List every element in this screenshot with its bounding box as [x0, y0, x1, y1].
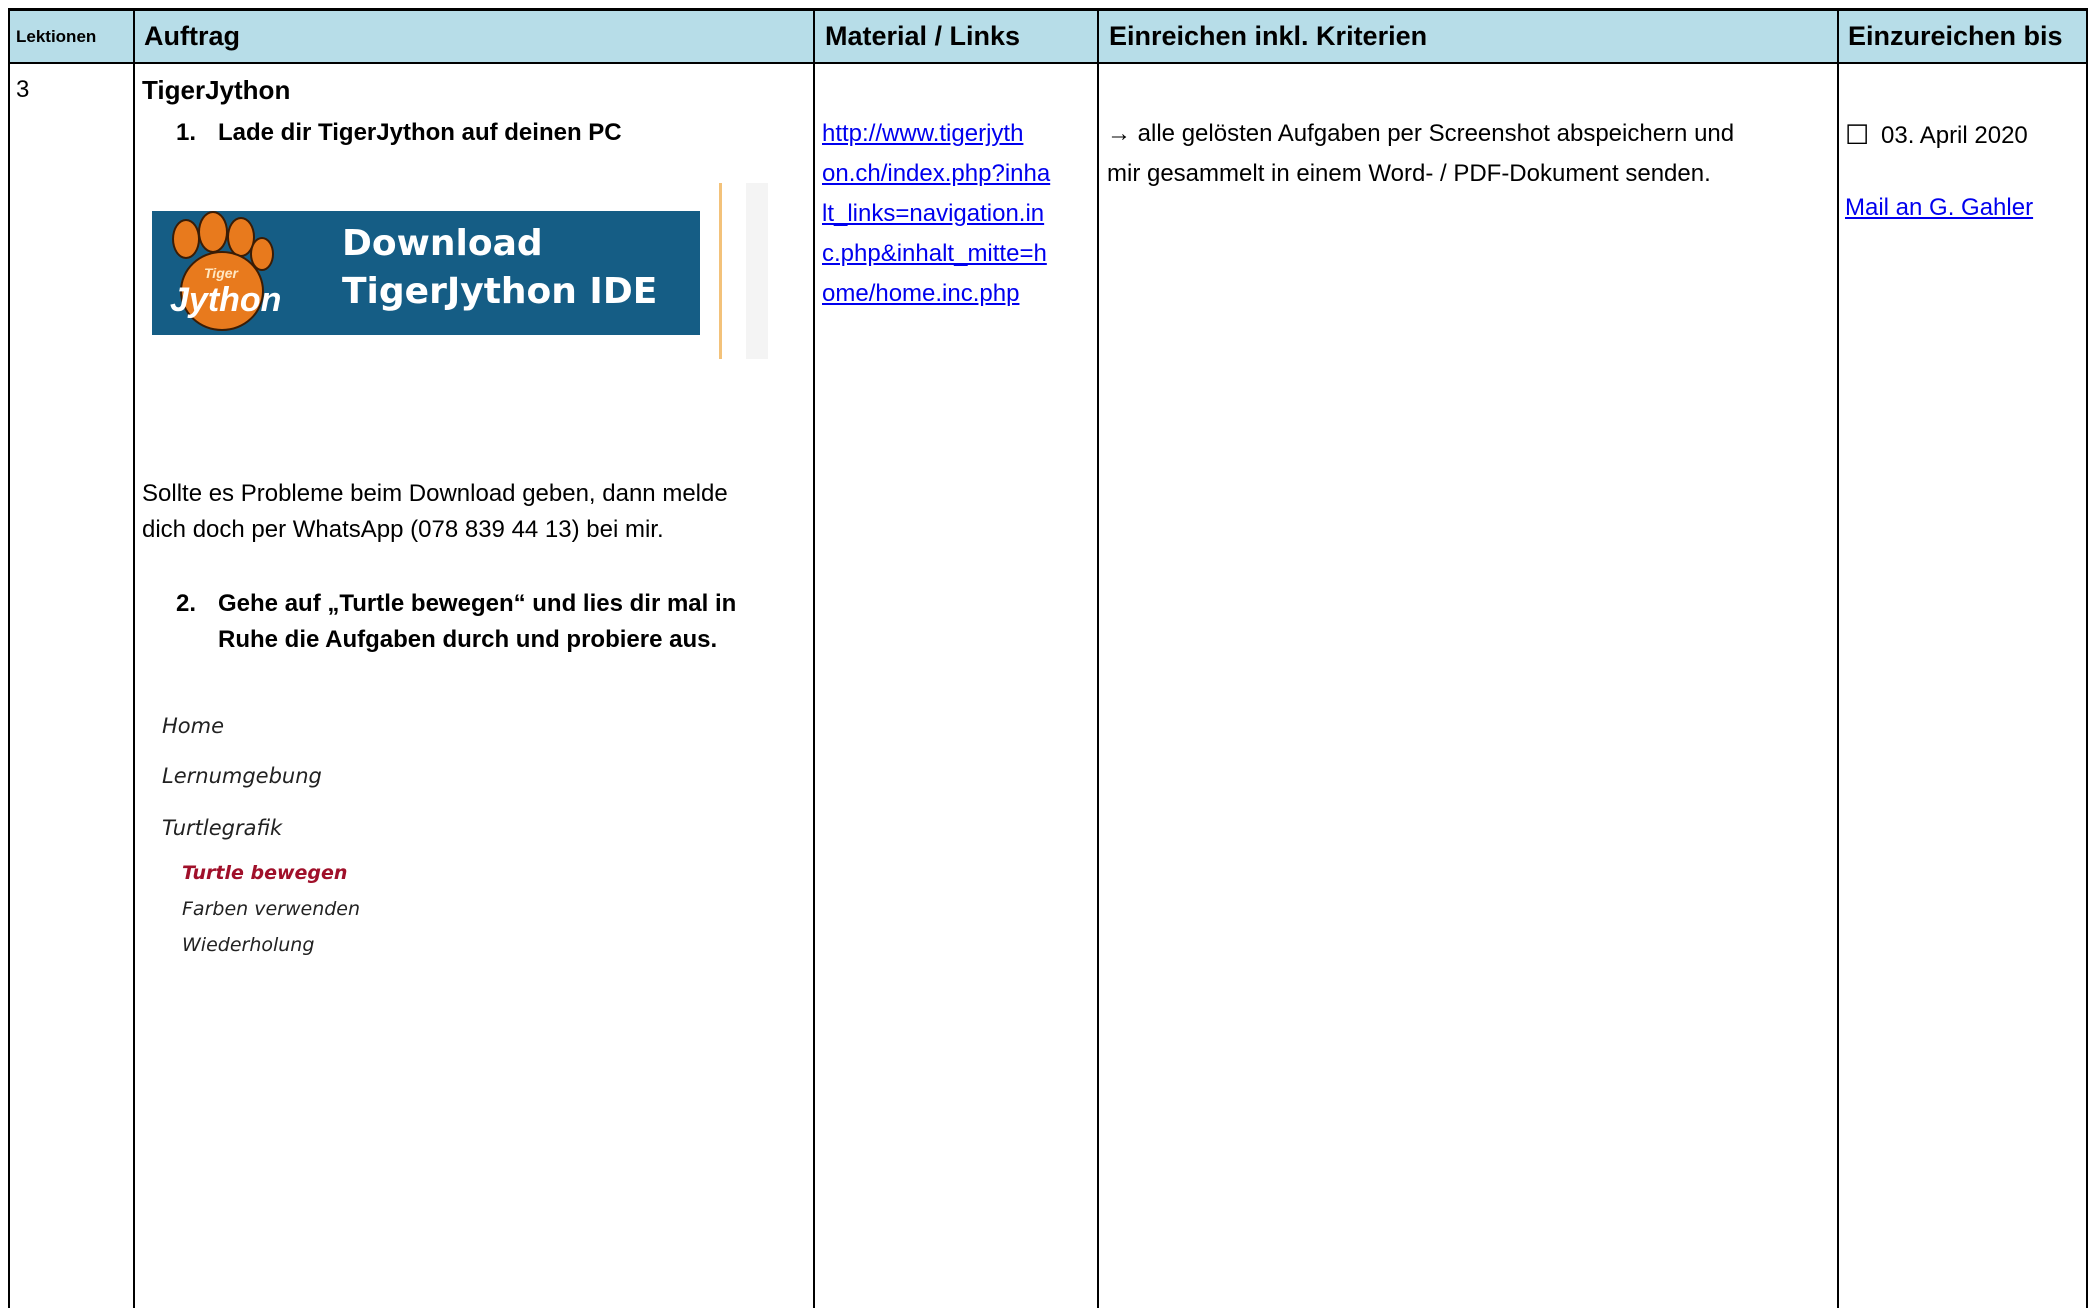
- column-divider: [1837, 11, 1839, 1308]
- criteria-line-1: → alle gelösten Aufgaben per Screenshot …: [1107, 120, 1735, 147]
- nav-subitem-farben-verwenden[interactable]: Farben verwenden: [182, 898, 360, 920]
- nav-subitem-turtle-bewegen[interactable]: Turtle bewegen: [182, 862, 347, 884]
- download-tigerjython-banner[interactable]: Tiger Jython Download TigerJython IDE: [152, 211, 700, 335]
- link-line: http://www.tigerjyth: [822, 120, 1024, 147]
- nav-item-home[interactable]: Home: [162, 714, 224, 738]
- image-divider: [719, 183, 722, 359]
- due-date: 03. April 2020: [1881, 122, 2028, 149]
- banner-line-1: Download: [342, 223, 543, 264]
- task-title: TigerJython: [142, 75, 291, 105]
- step2-text-line-1: Gehe auf „Turtle bewegen“ und lies dir m…: [218, 590, 737, 617]
- header-lektionen: Lektionen: [16, 26, 97, 46]
- image-scroll-edge: [746, 183, 768, 359]
- lektionen-value: 3: [16, 76, 30, 103]
- logo-text: Jython: [170, 281, 282, 319]
- table-header-row: [10, 11, 2086, 64]
- problem-text-line-1: Sollte es Probleme beim Download geben, …: [142, 480, 728, 507]
- criteria-line-2: mir gesammelt in einem Word- / PDF-Dokum…: [1107, 160, 1711, 187]
- step2-number: 2.: [176, 590, 197, 617]
- step1-number: 1.: [176, 119, 197, 146]
- step1-text: Lade dir TigerJython auf deinen PC: [218, 119, 622, 146]
- paw-toe-icon: [172, 219, 200, 259]
- paw-toe-icon: [198, 211, 228, 253]
- problem-text-line-2: dich doch per WhatsApp (078 839 44 13) b…: [142, 516, 664, 543]
- link-line: lt_links=navigation.in: [822, 200, 1045, 227]
- checkbox-icon[interactable]: ☐: [1845, 115, 1869, 155]
- column-divider: [133, 11, 135, 1308]
- header-einreichen: Einreichen inkl. Kriterien: [1109, 21, 1428, 51]
- nav-item-lernumgebung[interactable]: Lernumgebung: [162, 764, 322, 788]
- step2-text-line-2: Ruhe die Aufgaben durch und probiere aus…: [218, 626, 718, 653]
- header-material: Material / Links: [825, 21, 1021, 51]
- link-line: c.php&inhalt_mitte=h: [822, 240, 1047, 267]
- column-divider: [1097, 11, 1099, 1308]
- banner-line-2: TigerJython IDE: [342, 271, 658, 312]
- tigerjython-link[interactable]: http://www.tigerjyth on.ch/index.php?inh…: [822, 114, 1050, 314]
- column-divider: [813, 11, 815, 1308]
- mail-link[interactable]: Mail an G. Gahler: [1845, 188, 2033, 228]
- header-auftrag: Auftrag: [144, 21, 240, 51]
- nav-subitem-wiederholung[interactable]: Wiederholung: [182, 934, 314, 956]
- link-line: ome/home.inc.php: [822, 280, 1020, 307]
- nav-item-turtlegrafik[interactable]: Turtlegrafik: [162, 816, 282, 840]
- header-einzureichen-bis: Einzureichen bis: [1848, 21, 2063, 51]
- link-line: on.ch/index.php?inha: [822, 160, 1051, 187]
